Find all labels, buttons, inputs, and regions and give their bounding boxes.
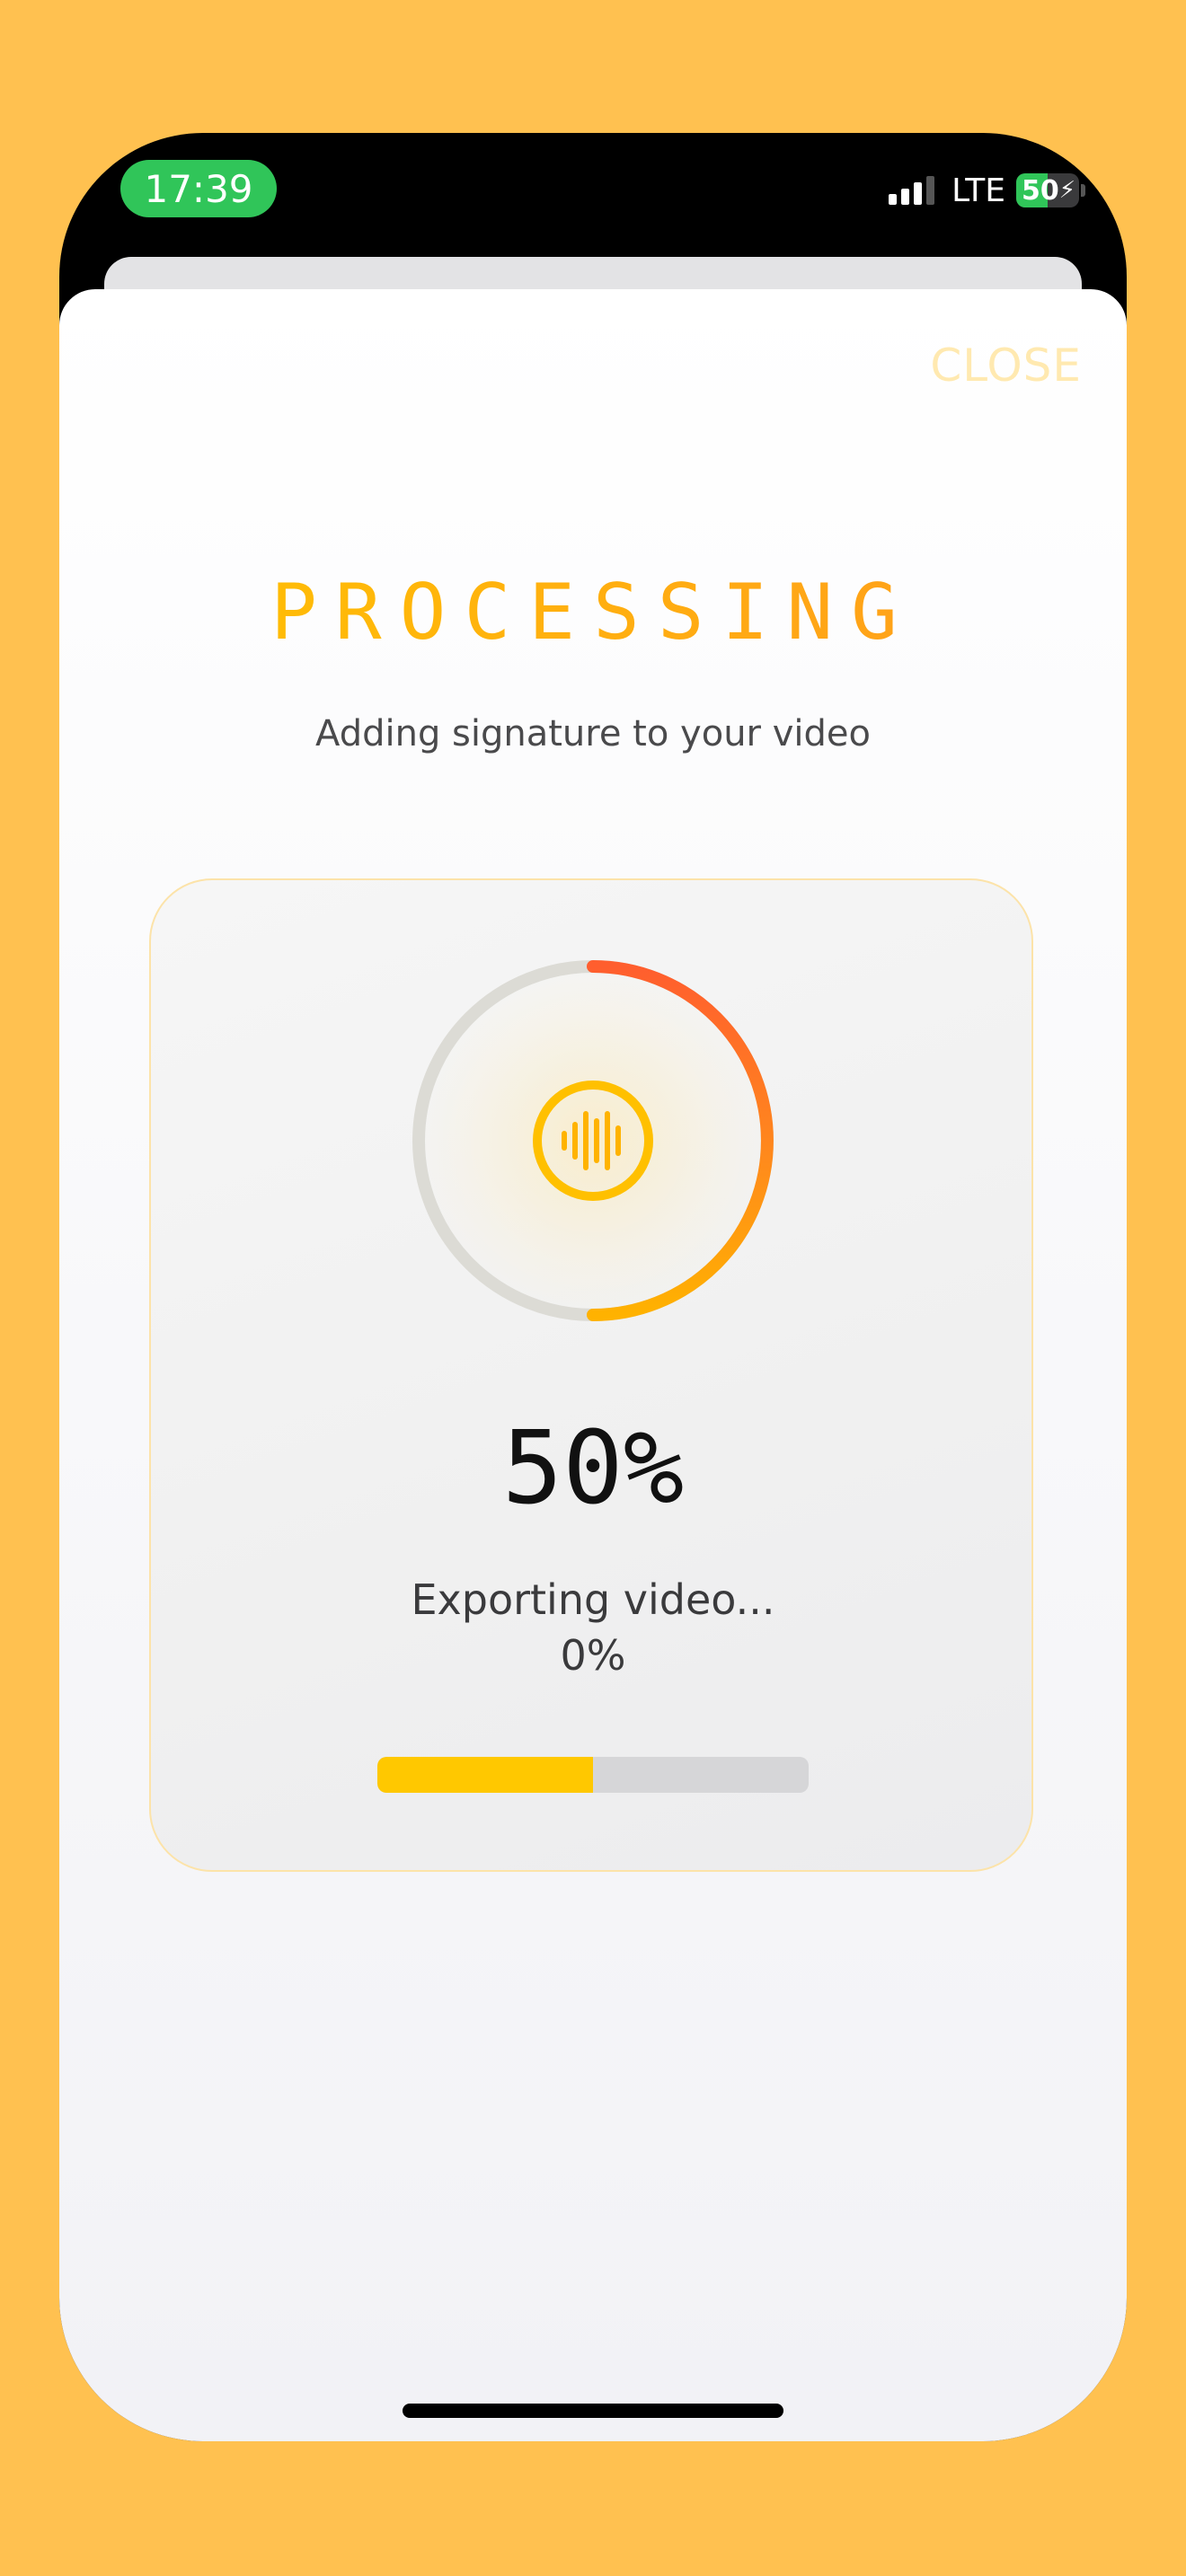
status-time[interactable]: 17:39 [120,160,277,217]
progress-card: 50% Exporting video... 0% [149,878,1033,1872]
audio-waveform-icon [533,1081,653,1201]
battery-percent: 50 [1022,174,1059,207]
progress-bar-fill [377,1757,593,1793]
home-indicator[interactable] [403,2404,783,2418]
status-bar: 17:39 LTE 50 ⚡ [59,133,1127,259]
page-subtitle: Adding signature to your video [315,713,871,754]
progress-bar [377,1757,809,1793]
page-title: PROCESSING [59,568,1127,657]
overall-percent: 50% [501,1410,685,1527]
export-status: Exporting video... 0% [151,1572,1035,1683]
status-indicators: LTE 50 ⚡ [889,171,1085,210]
battery-charging-icon: 50 ⚡ [1016,173,1079,207]
step-percent: 0% [560,1631,626,1680]
processing-sheet: CLOSE PROCESSING Adding signature to you… [59,289,1127,2441]
progress-ring [386,934,800,1347]
phone-frame: 17:39 LTE 50 ⚡ CLOSE PROCESSING Adding s… [59,133,1127,2441]
close-button[interactable]: CLOSE [930,340,1082,392]
bolt-icon: ⚡ [1058,177,1076,204]
cellular-signal-icon [889,176,939,205]
network-type: LTE [951,172,1005,209]
step-label: Exporting video... [411,1575,775,1624]
